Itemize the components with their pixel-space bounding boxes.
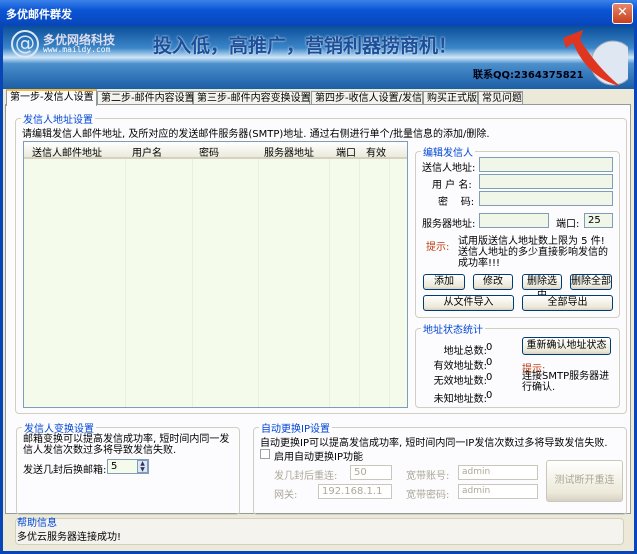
total-label: 地址总数: <box>443 346 487 357</box>
address-stats-group: 地址状态统计 地址总数: 0 有效地址数: 0 无效地址数: 0 未知地址数: … <box>415 321 620 408</box>
group-title: 发信人地址设置 <box>21 111 95 126</box>
help-title: 帮助信息 <box>17 518 57 529</box>
server-input[interactable] <box>479 213 549 228</box>
group-title: 地址状态统计 <box>421 321 485 336</box>
enable-auto-ip-checkbox[interactable] <box>260 449 270 459</box>
import-from-file-button[interactable]: 从文件导入 <box>423 295 514 311</box>
spinner-arrows-icon[interactable]: ▲ ▼ <box>137 460 148 473</box>
reconnect-input[interactable]: 50 <box>350 465 392 480</box>
gateway-label: 网关: <box>274 490 298 501</box>
test-reconnect-button[interactable]: 测试断开重连 <box>546 460 623 502</box>
table-header: 送信人邮件地址 用户名 密码 服务器地址 端口 有效 <box>24 142 407 159</box>
delete-all-button[interactable]: 删除全部 <box>570 274 612 290</box>
close-button[interactable]: ✕ <box>612 3 633 24</box>
gateway-input[interactable]: 192.168.1.1 <box>318 484 392 499</box>
arrow-globe-icon <box>563 30 628 86</box>
logo-icon: @ <box>11 30 39 58</box>
tab-sender-settings[interactable]: 第一步-发信人设置 <box>6 89 97 106</box>
col-username[interactable]: 用户名 <box>132 144 162 159</box>
enable-auto-ip-label[interactable]: 启用自动更换IP功能 <box>274 448 363 463</box>
ip-description: 自动更换IP可以提高发信成功率, 短时间内同一IP发信次数过多将导致发信失败. <box>260 438 608 449</box>
rotation-count-label: 发送几封后换邮箱: <box>23 465 107 476</box>
col-valid[interactable]: 有效 <box>366 144 386 159</box>
modify-button[interactable]: 修改 <box>473 274 513 290</box>
help-message: 多优云服务器连接成功! <box>17 532 122 543</box>
port-label: 端口: <box>556 219 580 230</box>
add-button[interactable]: 添加 <box>423 274 465 290</box>
group-title: 编辑发信人 <box>421 144 475 159</box>
group-title: 自动更换IP设置 <box>259 420 332 435</box>
col-sender-email[interactable]: 送信人邮件地址 <box>32 144 102 159</box>
bb-password-label: 宽带密码: <box>406 490 450 501</box>
col-password[interactable]: 密码 <box>199 144 219 159</box>
title-bar <box>0 0 637 26</box>
rotation-description: 邮箱变换可以提高发信成功率, 短时间内同一发信人发信次数过多将导致发信失败. <box>23 434 230 456</box>
valid-label: 有效地址数: <box>433 361 487 372</box>
unknown-value: 0 <box>486 390 493 401</box>
export-all-button[interactable]: 全部导出 <box>522 295 613 311</box>
col-port[interactable]: 端口 <box>336 144 356 159</box>
delete-selected-button[interactable]: 删除选中 <box>522 274 562 301</box>
company-site: www.maildy.com <box>43 45 111 54</box>
description: 请编辑发信人邮件地址, 及所对应的发送邮件服务器(SMTP)地址. 通过右侧进行… <box>22 129 490 140</box>
password-label: 密 码: <box>438 197 475 208</box>
auto-ip-group: 自动更换IP设置 自动更换IP可以提高发信成功率, 短时间内同一IP发信次数过多… <box>253 420 627 515</box>
account-label: 宽带账号: <box>406 471 450 482</box>
reconfirm-status-button[interactable]: 重新确认地址状态 <box>522 337 611 355</box>
window-title: 多优邮件群发 <box>6 8 72 21</box>
tab-panel: 发信人地址设置 请编辑发信人邮件地址, 及所对应的发送邮件服务器(SMTP)地址… <box>5 104 631 515</box>
help-box: 帮助信息 多优云服务器连接成功! <box>15 518 624 545</box>
sender-address-group: 发信人地址设置 请编辑发信人邮件地址, 及所对应的发送邮件服务器(SMTP)地址… <box>15 111 627 414</box>
unknown-label: 未知地址数: <box>433 394 487 405</box>
reconnect-label: 发几封后重连: <box>274 471 338 482</box>
account-input[interactable]: admin <box>458 465 538 480</box>
slogan: 投入低，高推广，营销利器捞商机！ <box>153 35 458 57</box>
tip-text: 试用版送信人地址数上限为 5 件! 送信人地址的多少直接影响发信的成功率!!! <box>458 236 608 269</box>
valid-value: 0 <box>486 357 493 368</box>
stats-tip-text: 连接SMTP服务器进行确认. <box>522 371 610 393</box>
bb-password-input[interactable]: admin <box>458 484 538 499</box>
col-server[interactable]: 服务器地址 <box>264 144 314 159</box>
port-input[interactable]: 25 <box>584 213 613 228</box>
server-label: 服务器地址: <box>422 219 476 230</box>
edit-sender-group: 编辑发信人 送信人地址: 用 户 名: 密 码: 服务器地址: 端口: 25 提… <box>415 144 620 318</box>
sender-table[interactable]: 送信人邮件地址 用户名 密码 服务器地址 端口 有效 <box>23 141 408 408</box>
username-input[interactable] <box>479 174 613 189</box>
sender-address-input[interactable] <box>479 157 613 172</box>
invalid-label: 无效地址数: <box>433 376 487 387</box>
username-label: 用 户 名: <box>432 180 472 191</box>
total-value: 0 <box>486 342 493 353</box>
invalid-value: 0 <box>486 372 493 383</box>
sender-label: 送信人地址: <box>422 163 476 174</box>
password-input[interactable] <box>479 191 613 206</box>
group-title: 发信人变换设置 <box>22 420 96 435</box>
tip-label: 提示: <box>426 242 450 253</box>
banner: @ 多优网络科技 www.maildy.com 投入低，高推广，营销利器捞商机！… <box>3 26 634 89</box>
sender-rotation-group: 发信人变换设置 邮箱变换可以提高发信成功率, 短时间内同一发信人发信次数过多将导… <box>16 420 240 515</box>
